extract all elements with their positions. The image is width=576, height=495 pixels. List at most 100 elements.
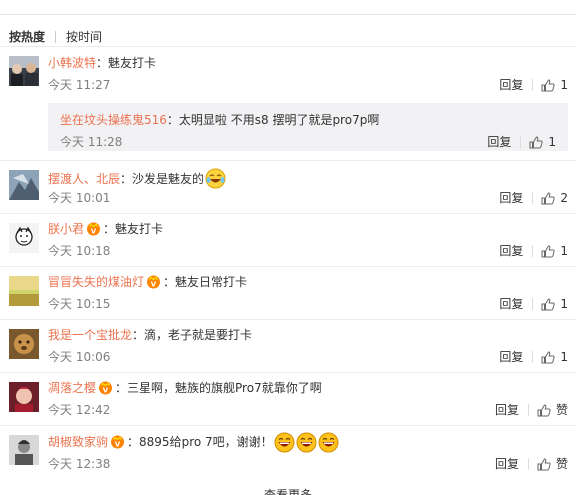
thumbs-up-icon bbox=[541, 78, 556, 91]
like-button[interactable]: 1 bbox=[541, 297, 568, 311]
like-button[interactable]: 赞 bbox=[537, 457, 568, 471]
reply-button[interactable]: 回复 bbox=[499, 244, 523, 258]
comment-time: 今天 12:42 bbox=[48, 403, 111, 417]
action-separator bbox=[520, 136, 522, 148]
like-count: 1 bbox=[560, 350, 568, 364]
comment-content: 我是一个宝批龙 ： 滴，老子就是要打卡 bbox=[48, 327, 252, 343]
comment-actions: 回复 1 bbox=[499, 297, 568, 311]
comment-item: 小韩波特 ： 魅友打卡 今天 11:27 回复 1 坐在坟头操练鬼516：太明显… bbox=[0, 46, 576, 160]
comment-actions: 回复 1 bbox=[499, 244, 568, 258]
reply-button[interactable]: 回复 bbox=[495, 457, 519, 471]
svg-text:V: V bbox=[151, 281, 157, 289]
reply-button[interactable]: 回复 bbox=[499, 78, 523, 92]
like-count: 1 bbox=[560, 78, 568, 92]
reply-button[interactable]: 回复 bbox=[495, 403, 519, 417]
comment-text: 三星啊，魅族的旗舰Pro7就靠你了啊 bbox=[127, 381, 322, 395]
reply-button[interactable]: 回复 bbox=[499, 350, 523, 364]
comment-actions: 回复 2 bbox=[499, 191, 568, 205]
action-separator bbox=[527, 458, 529, 470]
avatar[interactable] bbox=[9, 223, 39, 253]
comment-username[interactable]: 我是一个宝批龙 bbox=[48, 327, 132, 343]
comment-content: 摆渡人、北辰 ： 沙发是魅友的 bbox=[48, 168, 226, 189]
action-separator bbox=[532, 192, 534, 204]
comment-username[interactable]: 摆渡人、北辰 bbox=[48, 171, 120, 187]
thumbs-up-icon bbox=[541, 350, 556, 363]
comment-actions: 回复 1 bbox=[499, 78, 568, 92]
comment-item: 摆渡人、北辰 ： 沙发是魅友的 今天 10:01 回复 2 bbox=[0, 160, 576, 213]
comment-time: 今天 12:38 bbox=[48, 457, 111, 471]
comment-username[interactable]: 朕小君 bbox=[48, 221, 84, 237]
comment-actions: 回复 赞 bbox=[495, 403, 568, 417]
like-button[interactable]: 1 bbox=[541, 350, 568, 364]
thumbs-up-icon bbox=[529, 135, 544, 148]
like-button[interactable]: 1 bbox=[541, 244, 568, 258]
comment-username[interactable]: 胡椒致家驹 bbox=[48, 434, 108, 450]
sort-by-time-tab[interactable]: 按时间 bbox=[66, 28, 102, 46]
action-separator bbox=[527, 404, 529, 416]
avatar[interactable] bbox=[9, 276, 39, 306]
sort-separator bbox=[55, 31, 57, 43]
reply-button[interactable]: 回复 bbox=[487, 135, 511, 149]
view-more-link[interactable]: 查看更多 bbox=[0, 486, 576, 495]
comment-divider bbox=[0, 213, 576, 214]
thumbs-up-icon bbox=[537, 457, 551, 470]
comment-text: 滴，老子就是要打卡 bbox=[144, 328, 253, 342]
thumbs-up-icon bbox=[537, 403, 551, 416]
thumbs-up-icon bbox=[541, 297, 556, 310]
sort-by-hot-tab[interactable]: 按热度 bbox=[9, 28, 45, 46]
comment-separator: ： bbox=[163, 275, 176, 289]
comment-time: 今天 11:27 bbox=[48, 78, 111, 92]
svg-text:V: V bbox=[91, 228, 97, 236]
comment-username[interactable]: 冒冒失失的煤油灯 bbox=[48, 274, 144, 290]
like-button[interactable]: 1 bbox=[529, 135, 556, 149]
comment-separator: ： bbox=[127, 435, 140, 449]
like-count: 1 bbox=[548, 135, 556, 149]
like-button[interactable]: 赞 bbox=[537, 403, 568, 417]
comment-content: 冒冒失失的煤油灯 V ： 魅友日常打卡 bbox=[48, 274, 247, 290]
comment-separator: ： bbox=[120, 171, 133, 186]
svg-text:V: V bbox=[115, 441, 121, 449]
vip-badge-icon: V bbox=[86, 222, 101, 236]
like-label: 赞 bbox=[555, 403, 568, 417]
comment-time: 今天 10:06 bbox=[48, 350, 111, 364]
sort-tabs: 按热度 按时间 bbox=[9, 28, 102, 46]
comment-separator: ： bbox=[132, 328, 145, 342]
avatar[interactable] bbox=[9, 329, 39, 359]
vip-badge-icon: V bbox=[146, 275, 161, 289]
comment-divider bbox=[0, 160, 576, 161]
comment-item: 胡椒致家驹 V ： 8895给pro 7吧，谢谢！ 今天 12:38 回复 赞 bbox=[0, 425, 576, 481]
vip-badge-icon: V bbox=[110, 435, 125, 449]
comment-divider bbox=[0, 46, 576, 47]
reply-actions: 回复 1 bbox=[487, 135, 556, 149]
reply-text: 太明显啦 不用s8 摆明了就是pro7p啊 bbox=[178, 113, 380, 127]
comment-divider bbox=[0, 319, 576, 320]
reply-content: 坐在坟头操练鬼516：太明显啦 不用s8 摆明了就是pro7p啊 bbox=[60, 112, 379, 128]
like-count: 1 bbox=[560, 297, 568, 311]
comment-actions: 回复 赞 bbox=[495, 457, 568, 471]
avatar[interactable] bbox=[9, 435, 39, 465]
comment-separator: ： bbox=[96, 56, 109, 70]
comment-text: 沙发是魅友的 bbox=[132, 171, 205, 186]
comment-separator: ： bbox=[103, 222, 116, 236]
like-button[interactable]: 1 bbox=[541, 78, 568, 92]
comment-username[interactable]: 凋落之樱 bbox=[48, 380, 96, 396]
comment-time: 今天 10:01 bbox=[48, 191, 111, 205]
avatar[interactable] bbox=[9, 382, 39, 412]
avatar[interactable] bbox=[9, 56, 39, 86]
comment-actions: 回复 1 bbox=[499, 350, 568, 364]
svg-text:V: V bbox=[103, 387, 109, 395]
comment-time: 今天 10:18 bbox=[48, 244, 111, 258]
comment-item: 凋落之樱 V ： 三星啊，魅族的旗舰Pro7就靠你了啊 今天 12:42 回复 … bbox=[0, 372, 576, 425]
comment-divider bbox=[0, 266, 576, 267]
reply-button[interactable]: 回复 bbox=[499, 191, 523, 205]
reply-username[interactable]: 坐在坟头操练鬼516 bbox=[60, 113, 167, 127]
reply-time: 今天 11:28 bbox=[60, 135, 123, 149]
comment-content: 朕小君 V ： 魅友打卡 bbox=[48, 221, 163, 237]
comment-item: 我是一个宝批龙 ： 滴，老子就是要打卡 今天 10:06 回复 1 bbox=[0, 319, 576, 372]
reply-button[interactable]: 回复 bbox=[499, 297, 523, 311]
comment-username[interactable]: 小韩波特 bbox=[48, 55, 96, 71]
like-count: 2 bbox=[560, 191, 568, 205]
like-button[interactable]: 2 bbox=[541, 191, 568, 205]
like-count: 1 bbox=[560, 244, 568, 258]
avatar[interactable] bbox=[9, 170, 39, 200]
